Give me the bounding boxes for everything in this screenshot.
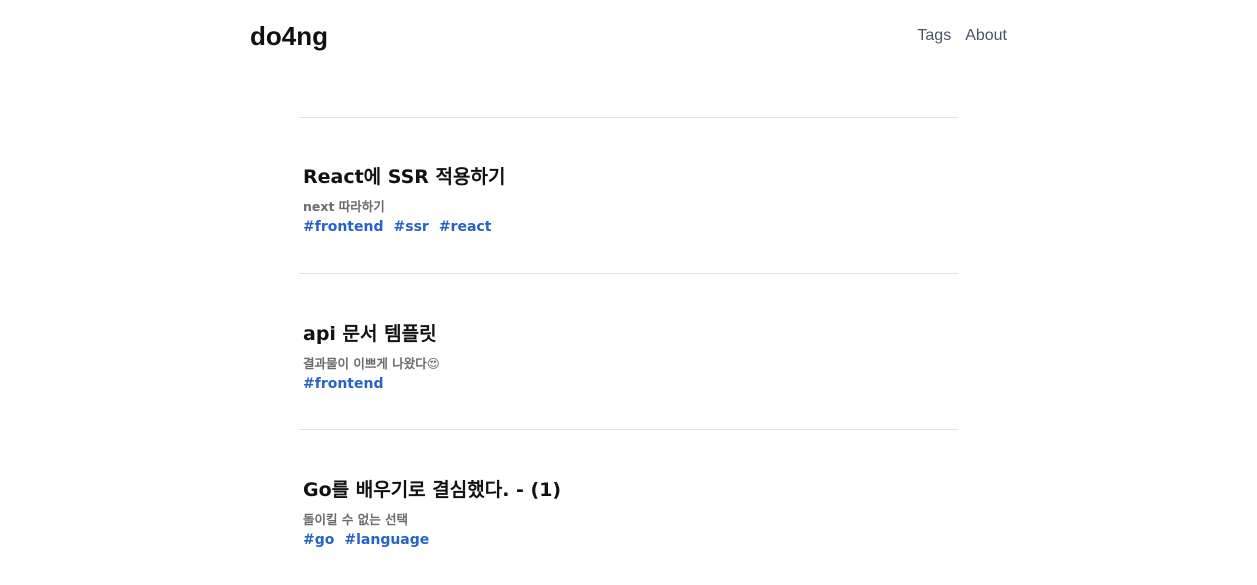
tag-link-react[interactable]: #react [439,218,492,236]
post-description: next 따라하기 [303,199,385,214]
post-tags: #frontend [303,375,440,393]
site-logo[interactable]: do4ng [250,18,328,54]
post-item: api 문서 템플릿 결과물이 이쁘게 나왔다😍 #frontend [299,273,958,429]
post-title[interactable]: api 문서 템플릿 [303,321,440,347]
tag-link-go[interactable]: #go [303,531,334,549]
nav-link-about[interactable]: About [965,27,1007,45]
post-tags: #go #language [303,531,561,549]
tag-link-ssr[interactable]: #ssr [394,218,429,236]
nav-link-tags[interactable]: Tags [917,27,951,45]
tag-link-language[interactable]: #language [344,531,429,549]
post-description: 돌이킬 수 없는 선택 [303,512,409,527]
main-nav: Tags About [917,18,1007,54]
tag-link-frontend[interactable]: #frontend [303,218,384,236]
post-item: Go를 배우기로 결심했다. - (1) 돌이킬 수 없는 선택 #go #la… [299,429,958,585]
post-title[interactable]: Go를 배우기로 결심했다. - (1) [303,477,561,503]
site-header: do4ng Tags About [250,18,1007,54]
tag-link-frontend[interactable]: #frontend [303,375,384,393]
post-description: 결과물이 이쁘게 나왔다😍 [303,356,440,371]
post-list: React에 SSR 적용하기 next 따라하기 #frontend #ssr… [299,117,958,585]
post-item: React에 SSR 적용하기 next 따라하기 #frontend #ssr… [299,117,958,273]
post-title[interactable]: React에 SSR 적용하기 [303,164,505,190]
post-tags: #frontend #ssr #react [303,218,505,236]
